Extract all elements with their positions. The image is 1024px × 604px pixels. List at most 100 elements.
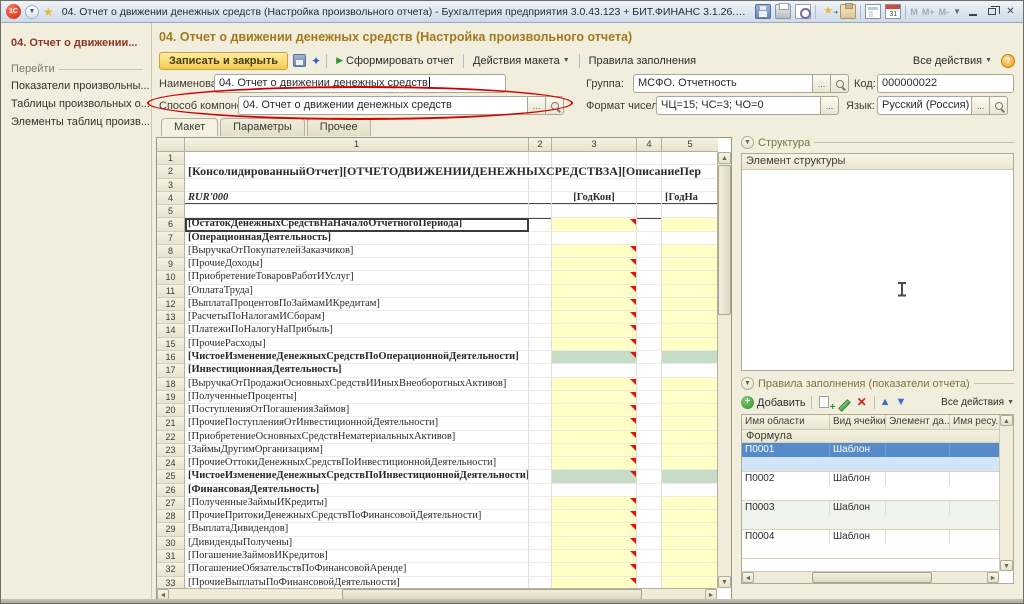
rules-row-П0003[interactable]: П0003Шаблон <box>742 501 1000 530</box>
column-header-1[interactable]: 1 <box>185 138 529 152</box>
col-resource-name[interactable]: Имя ресу... <box>950 415 1000 430</box>
row-header-11[interactable]: 11 <box>157 285 185 298</box>
row-header-8[interactable]: 8 <box>157 245 185 258</box>
column-header-3[interactable]: 3 <box>552 138 637 152</box>
print-preview-icon[interactable] <box>795 4 811 19</box>
sheet-cell[interactable] <box>552 364 637 377</box>
sheet-cell[interactable]: [ОстатокДенежныхСредствНаНачалоОтчетного… <box>185 218 529 231</box>
data-element-cell[interactable] <box>886 443 950 457</box>
sheet-cell[interactable] <box>637 192 662 205</box>
sheet-cell[interactable] <box>637 324 662 337</box>
sheet-cell[interactable]: [ПрочиеОттокиДенежныхСредствПоИнвестицио… <box>185 457 529 470</box>
sheet-cell[interactable]: [ЗаймыДругимОрганизациям] <box>185 444 529 457</box>
sheet-cell[interactable] <box>552 285 637 298</box>
edit-button[interactable] <box>836 396 850 410</box>
data-element-cell[interactable] <box>886 530 950 544</box>
ellipsis-button[interactable]: ... <box>821 96 839 115</box>
sheet-cell[interactable] <box>662 218 718 231</box>
sheet-cell[interactable]: [ПлатежиПоНалогуНаПрибыль] <box>185 324 529 337</box>
row-header-26[interactable]: 26 <box>157 484 185 497</box>
sheet-cell[interactable] <box>552 431 637 444</box>
row-header-27[interactable]: 27 <box>157 497 185 510</box>
row-header-21[interactable]: 21 <box>157 417 185 430</box>
rules-group-row[interactable]: Формула <box>742 430 1000 443</box>
col-area-name[interactable]: Имя области <box>742 415 830 430</box>
sheet-cell[interactable] <box>552 444 637 457</box>
structure-list[interactable]: Элемент структуры <box>741 153 1014 371</box>
sheet-cell[interactable] <box>662 431 718 444</box>
sheet-cell[interactable]: [ОперационнаяДеятельность] <box>185 232 529 245</box>
sheet-cell[interactable] <box>552 417 637 430</box>
sheet-cell[interactable]: [ПогашениеОбязательствПоФинансовойАренде… <box>185 563 529 576</box>
save-icon[interactable] <box>755 4 771 19</box>
toolbar-overflow-chevron-icon[interactable]: ▼ <box>953 7 961 16</box>
sheet-cell[interactable] <box>552 378 637 391</box>
layout-actions-menu[interactable]: Действия макета ▼ <box>469 53 574 69</box>
sheet-cell[interactable] <box>637 523 662 536</box>
sheet-cell[interactable] <box>637 563 662 576</box>
rules-row-formula-line[interactable] <box>742 515 1000 529</box>
tab-parametry[interactable]: Параметры <box>220 118 305 136</box>
sheet-cell[interactable] <box>662 523 718 536</box>
sheet-cell[interactable]: RUR'000 <box>185 192 529 205</box>
sheet-cell[interactable] <box>637 457 662 470</box>
sheet-cell[interactable] <box>637 179 662 192</box>
row-header-2[interactable]: 2 <box>157 165 185 178</box>
column-header-4[interactable]: 4 <box>637 138 662 152</box>
sheet-cell[interactable] <box>552 391 637 404</box>
row-header-7[interactable]: 7 <box>157 232 185 245</box>
sheet-cell[interactable] <box>662 510 718 523</box>
scroll-up-icon[interactable]: ▲ <box>718 152 731 164</box>
cell-kind-cell[interactable]: Шаблон <box>830 530 886 544</box>
sheet-cell[interactable] <box>552 298 637 311</box>
sheet-cell[interactable] <box>552 232 637 245</box>
sheet-cell[interactable] <box>529 152 552 165</box>
sheet-cell[interactable] <box>529 391 552 404</box>
save-and-close-button[interactable]: Записать и закрыть <box>159 52 288 70</box>
sheet-cell[interactable] <box>662 470 718 483</box>
sheet-cell[interactable] <box>529 404 552 417</box>
magnifier-button[interactable] <box>990 96 1008 115</box>
row-header-5[interactable]: 5 <box>157 205 185 218</box>
sheet-cell[interactable]: [ПрочиеПритокиДенежныхСредствПоФинансово… <box>185 510 529 523</box>
copy-button[interactable] <box>817 396 831 410</box>
calculator-icon[interactable] <box>865 4 881 19</box>
rules-vertical-scrollbar[interactable]: ▲ ▼ <box>999 415 1013 571</box>
sheet-cell[interactable] <box>552 324 637 337</box>
sheet-cell[interactable] <box>662 364 718 377</box>
sheet-cell[interactable] <box>662 484 718 497</box>
sheet-cell[interactable] <box>529 523 552 536</box>
data-element-cell[interactable] <box>886 501 950 515</box>
area-name-cell[interactable]: П0004 <box>742 530 830 544</box>
cell-kind-cell[interactable]: Шаблон <box>830 443 886 457</box>
sheet-cell[interactable] <box>529 484 552 497</box>
sheet-cell[interactable] <box>529 179 552 192</box>
resource-name-cell[interactable] <box>950 443 1000 457</box>
rules-row-П0001[interactable]: П0001Шаблон <box>742 443 1000 472</box>
area-name-cell[interactable]: П0001 <box>742 443 830 457</box>
sheet-cell[interactable] <box>529 497 552 510</box>
row-header-6[interactable]: 6 <box>157 218 185 231</box>
ellipsis-button[interactable]: ... <box>528 96 546 115</box>
sheet-cell[interactable]: [РасчетыПоНалогамИСборам] <box>185 311 529 324</box>
sheet-cell[interactable] <box>529 338 552 351</box>
sheet-cell[interactable]: [ПогашениеЗаймовИКредитов] <box>185 550 529 563</box>
sheet-cell[interactable] <box>552 311 637 324</box>
sheet-cell[interactable] <box>662 391 718 404</box>
col-cell-kind[interactable]: Вид ячейки <box>830 415 886 430</box>
sheet-cell[interactable] <box>662 404 718 417</box>
row-header-10[interactable]: 10 <box>157 271 185 284</box>
sheet-vertical-scrollbar[interactable]: ▲ ▼ <box>717 152 731 588</box>
sheet-cell[interactable] <box>529 378 552 391</box>
sheet-cell[interactable] <box>552 271 637 284</box>
sheet-cell[interactable] <box>637 298 662 311</box>
sheet-cell[interactable] <box>552 563 637 576</box>
sidebar-item-0[interactable]: Показатели произвольны... <box>1 77 151 95</box>
sheet-cell[interactable] <box>529 192 552 205</box>
col-data-element[interactable]: Элемент да... <box>886 415 950 430</box>
sheet-cell[interactable] <box>552 152 637 165</box>
rules-row-line1[interactable]: П0003Шаблон <box>742 501 1000 515</box>
sheet-cell[interactable] <box>529 537 552 550</box>
sheet-cell[interactable] <box>529 417 552 430</box>
sheet-cell[interactable]: [ПолученныеЗаймыИКредиты] <box>185 497 529 510</box>
